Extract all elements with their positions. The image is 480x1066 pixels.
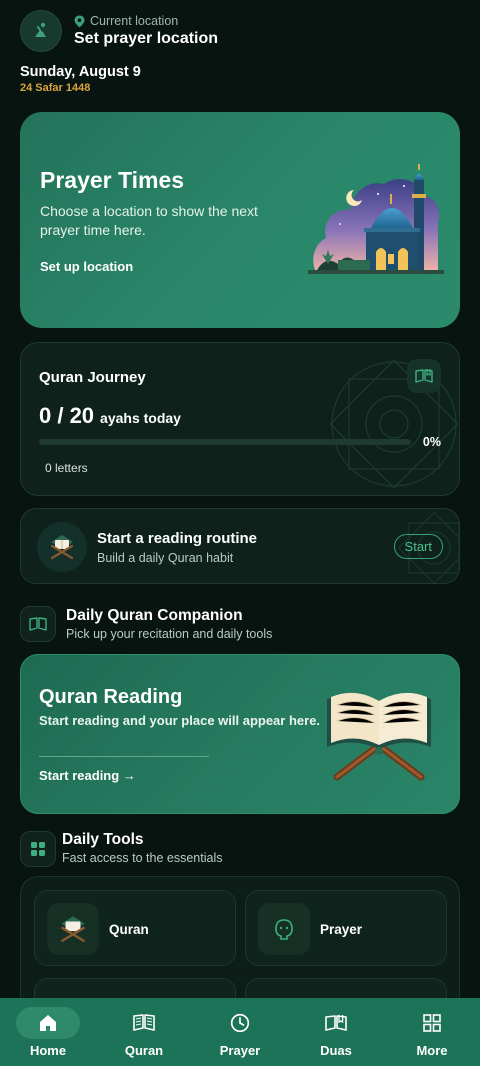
nav-pill	[16, 1007, 80, 1039]
prayer-card-description: Choose a location to show the next praye…	[40, 203, 258, 238]
tool-icon-wrap	[47, 903, 99, 955]
start-reading-link[interactable]: Start reading →	[39, 768, 136, 783]
book-icon	[133, 1014, 155, 1031]
grid-icon	[31, 842, 45, 856]
open-book-icon	[29, 617, 47, 631]
tool-label-prayer: Prayer	[320, 922, 363, 937]
nav-label-quran: Quran	[124, 1043, 164, 1058]
prayer-person-icon	[35, 22, 46, 37]
bottom-navigation: Home Quran Prayer Duas More	[0, 998, 480, 1066]
ayah-unit: ayahs today	[100, 410, 181, 426]
open-book-icon	[325, 1015, 347, 1031]
nav-pill	[208, 1007, 272, 1039]
nav-duas[interactable]: Duas	[288, 998, 384, 1066]
routine-subtitle: Build a daily Quran habit	[97, 551, 234, 565]
quran-reading-card[interactable]: Quran Reading Start reading and your pla…	[20, 654, 460, 814]
quran-stand-icon	[61, 916, 85, 942]
ayah-count: 0 / 20	[39, 403, 95, 428]
prayer-card-title: Prayer Times	[40, 167, 185, 193]
reading-card-subtitle: Start reading and your place will appear…	[39, 713, 321, 728]
nav-pill	[112, 1007, 176, 1039]
quran-journey-card[interactable]: Quran Journey 0 / 20 ayahs today 0% 0 le…	[20, 342, 460, 496]
reading-routine-card[interactable]: Start a reading routine Build a daily Qu…	[20, 508, 460, 584]
companion-subtitle: Pick up your recitation and daily tools	[66, 627, 273, 641]
journey-count: 0 / 20 ayahs today	[39, 403, 181, 429]
gregorian-date: Sunday, August 9	[20, 64, 141, 80]
companion-title: Daily Quran Companion	[66, 607, 243, 624]
tools-title: Daily Tools	[62, 831, 144, 848]
journey-percent: 0%	[422, 435, 441, 449]
nav-label-prayer: Prayer	[219, 1043, 261, 1058]
current-location-label: Current location	[74, 14, 178, 28]
journey-book-button[interactable]	[407, 359, 441, 393]
quran-stand-icon	[50, 535, 74, 560]
nav-pill	[304, 1007, 368, 1039]
tool-tile-quran[interactable]: Quran	[34, 890, 236, 966]
tool-label-quran: Quran	[109, 922, 149, 937]
routine-title: Start a reading routine	[97, 530, 258, 547]
prayer-times-card[interactable]: Prayer Times Choose a location to show t…	[20, 112, 460, 328]
tool-icon-wrap	[258, 903, 310, 955]
routine-icon-wrap	[37, 522, 87, 572]
nav-pill	[400, 1007, 464, 1039]
nav-home[interactable]: Home	[0, 998, 96, 1066]
location-label-text: Current location	[90, 14, 179, 28]
reading-card-divider	[39, 756, 209, 757]
location-avatar[interactable]	[20, 10, 62, 52]
tool-tile-prayer[interactable]: Prayer	[245, 890, 447, 966]
nav-label-more: More	[416, 1043, 448, 1058]
prayer-icon	[275, 919, 293, 940]
nav-prayer[interactable]: Prayer	[192, 998, 288, 1066]
nav-label-home: Home	[29, 1043, 67, 1058]
quran-book-illustration	[327, 692, 431, 781]
hijri-date: 24 Safar 1448	[20, 82, 91, 94]
nav-quran[interactable]: Quran	[96, 998, 192, 1066]
clock-icon	[230, 1013, 250, 1033]
nav-label-duas: Duas	[320, 1043, 352, 1058]
nav-more[interactable]: More	[384, 998, 480, 1066]
tools-icon-wrap	[20, 831, 56, 867]
location-pin-icon	[74, 15, 85, 27]
tools-subtitle: Fast access to the essentials	[62, 851, 223, 865]
grid-icon	[423, 1014, 441, 1032]
open-book-icon	[415, 369, 433, 383]
letters-count: 0 letters	[45, 461, 88, 475]
reading-card-title: Quran Reading	[39, 686, 183, 708]
mosque-illustration	[308, 164, 444, 274]
set-location-title[interactable]: Set prayer location	[74, 30, 218, 48]
setup-location-link[interactable]: Set up location	[40, 259, 133, 274]
journey-progress-bar	[39, 439, 411, 445]
journey-title: Quran Journey	[39, 369, 146, 386]
home-icon	[40, 1015, 56, 1031]
companion-icon-wrap	[20, 606, 56, 642]
start-routine-button[interactable]: Start	[393, 534, 443, 559]
